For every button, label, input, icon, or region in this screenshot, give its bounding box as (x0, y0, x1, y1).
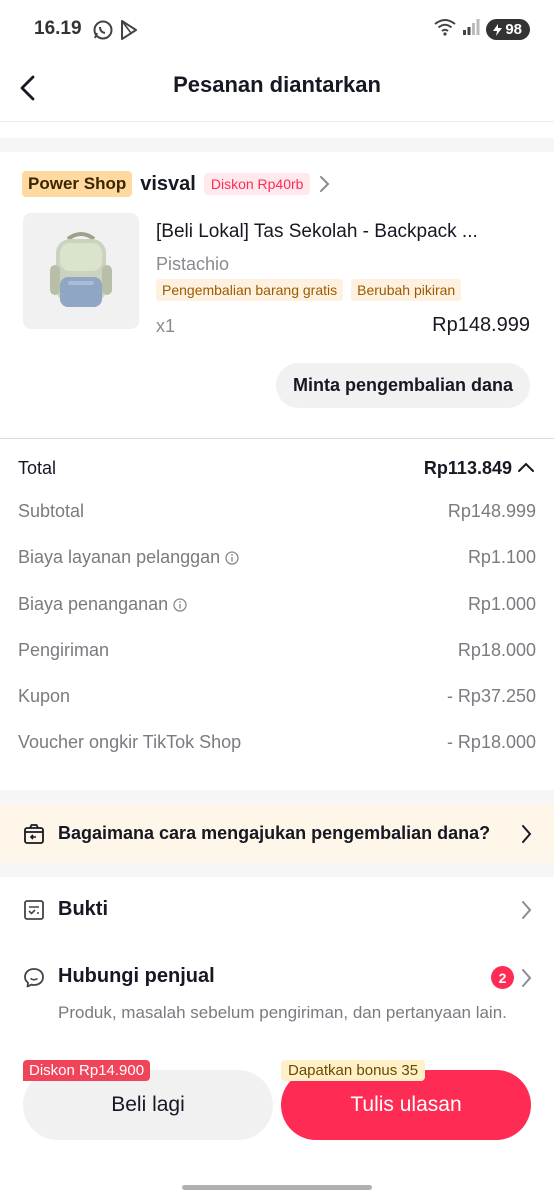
cost-row-shipping-voucher: Voucher ongkir TikTok Shop - Rp18.000 (18, 732, 536, 753)
menu-row-proof[interactable]: Bukti (0, 880, 554, 940)
status-bar: 16.19 98 (0, 0, 554, 60)
cost-row-shipping: Pengiriman Rp18.000 (18, 640, 536, 661)
contact-seller-label: Hubungi penjual (58, 965, 215, 987)
battery-indicator: 98 (486, 19, 530, 40)
review-bonus-badge: Dapatkan bonus 35 (281, 1060, 426, 1081)
info-icon[interactable] (225, 550, 239, 565)
proof-document-icon (22, 898, 46, 927)
divider (0, 438, 554, 439)
section-gap (0, 138, 554, 152)
section-gap (0, 863, 554, 877)
total-value: Rp113.849 (423, 458, 512, 478)
cost-label: Biaya layanan pelanggan (18, 547, 221, 567)
cost-value: - Rp37.250 (446, 686, 536, 706)
total-row[interactable]: Total Rp113.849 (18, 458, 536, 479)
buy-again-promo-badge: Diskon Rp14.900 (23, 1060, 151, 1081)
whatsapp-icon (92, 19, 114, 46)
store-discount-badge: Diskon Rp40rb (203, 173, 311, 195)
chevron-up-icon[interactable] (516, 458, 536, 479)
cost-row-handling-fee: Biaya penanganan Rp1.000 (18, 594, 536, 615)
refund-help-banner[interactable]: Bagaimana cara mengajukan pengembalian d… (0, 805, 554, 863)
chat-bubble-icon (22, 966, 46, 995)
contact-seller-description: Produk, masalah sebelum pengiriman, dan … (58, 1003, 507, 1022)
cost-row-service-fee: Biaya layanan pelanggan Rp1.100 (18, 547, 536, 568)
cost-value: Rp1.100 (467, 547, 536, 567)
store-name[interactable]: visval (140, 173, 196, 196)
proof-label: Bukti (58, 898, 108, 920)
store-row[interactable]: Power Shop visval Diskon Rp40rb (22, 170, 330, 198)
tag-free-return: Pengembalian barang gratis (156, 279, 344, 301)
page-title: Pesanan diantarkan (173, 72, 381, 97)
product-price: Rp148.999 (432, 314, 530, 336)
status-time: 16.19 (34, 18, 82, 39)
play-store-icon (119, 19, 139, 46)
cost-value: - Rp18.000 (446, 732, 536, 752)
cost-row-coupon: Kupon - Rp37.250 (18, 686, 536, 707)
top-app-bar: Pesanan diantarkan (0, 60, 554, 122)
bottom-action-bar: Beli lagi Tulis ulasan Diskon Rp14.900 D… (0, 1060, 554, 1200)
product-tags: Pengembalian barang gratis Berubah pikir… (156, 279, 462, 301)
cost-value: Rp148.999 (447, 501, 536, 521)
cost-value: Rp1.000 (467, 594, 536, 614)
product-variant: Pistachio (156, 254, 230, 274)
wifi-icon (434, 18, 456, 41)
cost-label-wrap: Biaya penanganan (18, 594, 187, 615)
menu-row-contact-seller[interactable]: Hubungi penjual 2 Produk, masalah sebelu… (0, 950, 554, 1050)
product-image[interactable] (23, 213, 139, 329)
cost-value: Rp18.000 (457, 640, 536, 660)
cost-label-wrap: Biaya layanan pelanggan (18, 547, 239, 568)
cost-row-subtotal: Subtotal Rp148.999 (18, 501, 536, 522)
chevron-right-icon (520, 968, 532, 993)
product-quantity: x1 (156, 316, 176, 336)
request-refund-button[interactable]: Minta pengembalian dana (275, 363, 530, 408)
unread-badge: 2 (491, 966, 514, 989)
signal-icon (462, 18, 480, 41)
cost-label: Subtotal (18, 501, 85, 521)
chevron-right-icon (520, 824, 532, 849)
info-icon[interactable] (173, 597, 187, 612)
tag-change-of-mind: Berubah pikiran (351, 279, 462, 301)
section-gap (0, 790, 554, 805)
total-value-wrap[interactable]: Rp113.849 (424, 458, 536, 479)
cost-label: Pengiriman (18, 640, 110, 660)
power-shop-badge: Power Shop (22, 171, 133, 197)
refund-help-text: Bagaimana cara mengajukan pengembalian d… (58, 823, 491, 843)
battery-level: 98 (505, 21, 522, 38)
cost-label: Voucher ongkir TikTok Shop (18, 732, 242, 752)
chevron-right-icon (520, 900, 532, 925)
cost-label: Kupon (18, 686, 71, 706)
return-box-icon (22, 822, 46, 851)
chevron-right-icon[interactable] (318, 175, 330, 193)
total-label: Total (18, 458, 57, 478)
backpack-image (50, 232, 112, 307)
cost-label: Biaya penanganan (18, 594, 169, 614)
product-title[interactable]: [Beli Lokal] Tas Sekolah - Backpack ... (156, 221, 530, 243)
home-indicator[interactable] (182, 1185, 372, 1190)
